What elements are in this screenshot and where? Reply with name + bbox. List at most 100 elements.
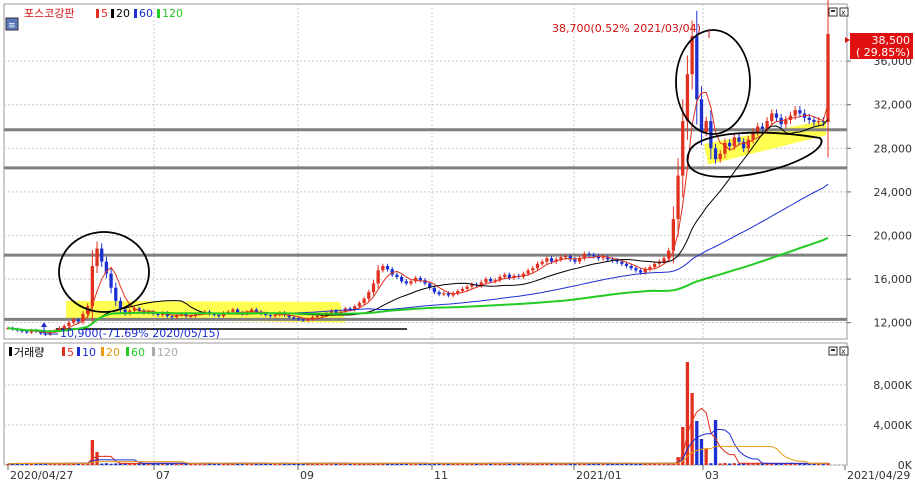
- low-annotation: 10,900(-71.69% 2020/05/15): [60, 327, 220, 340]
- candle-body: [816, 121, 821, 123]
- volume-bar: [554, 463, 558, 465]
- price-axis: 12,00016,00020,00024,00028,00032,00036,0…: [847, 55, 913, 472]
- date-tick-label: 07: [156, 469, 170, 482]
- candle-body: [156, 313, 160, 316]
- candle-body: [217, 315, 221, 317]
- high-annotation: 38,700(0.52% 2021/03/04): [552, 22, 701, 35]
- candle-body: [488, 279, 493, 282]
- candle-body: [727, 142, 732, 147]
- candle-body: [699, 99, 704, 132]
- volume-bar: [531, 463, 535, 465]
- candle-body: [760, 126, 765, 129]
- candle-body: [371, 283, 376, 293]
- volume-bar: [179, 463, 184, 465]
- candle-body: [774, 113, 779, 118]
- price-tick-label: 28,000: [874, 142, 913, 155]
- candle-body: [399, 276, 404, 282]
- candle-body: [592, 255, 596, 257]
- candle-body: [718, 153, 722, 160]
- date-tick-label: 2021/01: [576, 469, 622, 482]
- candle-body: [624, 263, 629, 266]
- close-icon: x: [841, 347, 846, 356]
- volume-bar: [704, 449, 708, 465]
- candle-body: [793, 110, 797, 116]
- candle-body: [446, 293, 451, 296]
- candle-body: [301, 319, 305, 321]
- volume-bar: [132, 463, 137, 465]
- candle-body: [704, 121, 708, 132]
- stock-name: 포스코강판: [24, 7, 75, 20]
- volume-bar: [610, 463, 615, 465]
- chart-svg: x x ≡ 12,000 16,000 20,000 24,000 28,000 32,0…: [3, 0, 913, 482]
- date-axis: 2020/04/27 07 09 11 2021/01 03 2021/04/29: [7, 465, 910, 482]
- candle-body: [25, 331, 29, 333]
- candle-body: [620, 261, 624, 264]
- volume-bar: [212, 463, 216, 465]
- candle-body: [109, 273, 113, 288]
- volume-bar: [634, 463, 638, 465]
- candle-body: [432, 287, 437, 293]
- legend-swatch: [96, 9, 99, 18]
- volume-bar: [109, 463, 113, 465]
- volume-bar: [770, 463, 774, 465]
- candle-body: [652, 263, 657, 268]
- legend-swatch: [126, 347, 129, 356]
- candle-body: [460, 288, 465, 292]
- candle-body: [170, 316, 174, 318]
- candle-body: [526, 270, 530, 274]
- price-tick-label: 20,000: [874, 229, 913, 242]
- date-tick-label: 03: [705, 469, 719, 482]
- legend-ma20: 20: [116, 7, 130, 20]
- legend-swatch: [152, 347, 155, 356]
- candle-body: [601, 257, 605, 259]
- candle-body: [812, 119, 816, 123]
- legend-vma10: 10: [82, 346, 96, 359]
- volume-bar: [723, 462, 727, 465]
- stock-chart: x x ≡ 12,000 16,000 20,000 24,000 28,000 32,0…: [0, 0, 915, 484]
- volume-bar: [268, 463, 273, 465]
- volume-bar: [732, 463, 736, 465]
- candle-body: [681, 121, 685, 176]
- candle-body: [273, 315, 277, 317]
- candle-body: [573, 259, 577, 262]
- candle-body: [756, 126, 760, 132]
- candle-body: [95, 248, 99, 266]
- volume-bar: [114, 463, 118, 465]
- volume-bar: [348, 463, 352, 465]
- candle-body: [189, 316, 193, 318]
- volume-bar: [189, 463, 193, 465]
- candle-body: [587, 254, 591, 256]
- candle-body: [821, 121, 825, 123]
- candle-body: [67, 322, 71, 326]
- candle-body: [540, 261, 544, 264]
- price-tick-label: 24,000: [874, 186, 913, 199]
- candle-body: [713, 148, 718, 160]
- candle-body: [385, 265, 390, 270]
- candle-body: [732, 137, 736, 147]
- candle-body: [357, 303, 362, 307]
- legend-swatch: [111, 9, 114, 18]
- maximize-icon: [831, 349, 835, 351]
- volume-bar: [601, 463, 605, 465]
- price-tick-label: 32,000: [874, 99, 913, 112]
- candle-body: [292, 317, 296, 319]
- candle-body: [381, 265, 385, 271]
- maximize-icon: [831, 10, 835, 12]
- volume-bar: [713, 420, 718, 465]
- candle-body: [629, 265, 633, 269]
- candle-body: [484, 279, 488, 283]
- volume-bar: [371, 463, 376, 465]
- settings-icon-glyph: ≡: [8, 21, 16, 31]
- legend-vma60: 60: [131, 346, 145, 359]
- candle-body: [545, 258, 549, 262]
- candle-body: [535, 263, 540, 269]
- volume-bar: [760, 463, 765, 465]
- volume-tick-label: 4,000K: [873, 419, 912, 432]
- candle-body: [662, 258, 666, 262]
- legend-vma20: 20: [106, 346, 120, 359]
- candle-body: [306, 319, 310, 321]
- close-icon: x: [841, 8, 846, 17]
- candle-body: [638, 270, 643, 273]
- candle-body: [784, 119, 788, 125]
- candle-body: [100, 248, 104, 262]
